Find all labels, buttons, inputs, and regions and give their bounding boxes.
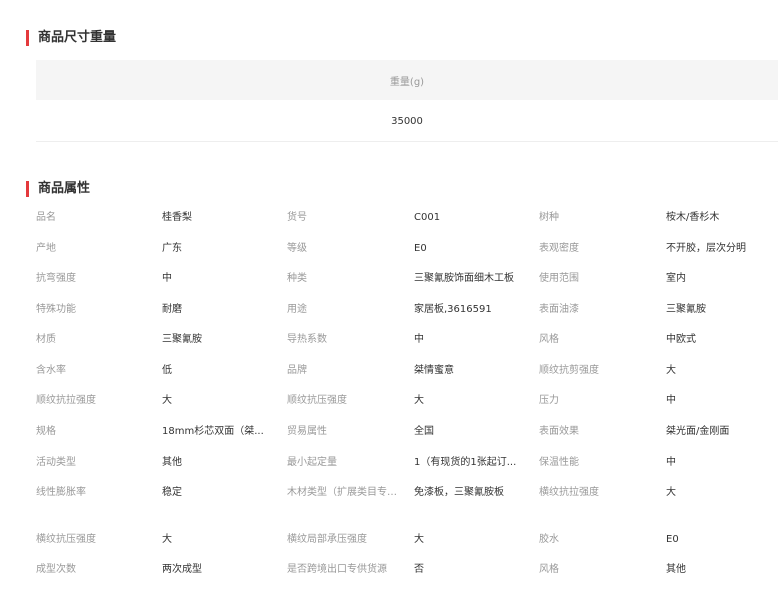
attribute-label: 产地 bbox=[36, 243, 56, 254]
attribute-value: 三聚氰胺 bbox=[162, 334, 202, 345]
attribute-label: 表面效果 bbox=[539, 426, 579, 437]
attribute-value: 桉木/香杉木 bbox=[666, 212, 720, 223]
attribute-value: 耐磨 bbox=[162, 304, 182, 315]
attribute-value: 其他 bbox=[666, 564, 686, 575]
attribute-label: 顺纹抗剪强度 bbox=[539, 365, 599, 376]
section-title-attributes: 商品属性 bbox=[26, 181, 90, 197]
attribute-value: 桀情蜜意 bbox=[414, 365, 454, 376]
attribute-label: 等级 bbox=[287, 243, 307, 254]
attribute-value: 稳定 bbox=[162, 487, 182, 498]
attribute-label: 表面油漆 bbox=[539, 304, 579, 315]
attribute-label: 风格 bbox=[539, 334, 559, 345]
attribute-label: 用途 bbox=[287, 304, 307, 315]
attribute-label: 压力 bbox=[539, 395, 559, 406]
attribute-value: 大 bbox=[162, 395, 172, 406]
attribute-label: 活动类型 bbox=[36, 457, 76, 468]
attribute-label: 风格 bbox=[539, 564, 559, 575]
attribute-label: 使用范围 bbox=[539, 273, 579, 284]
attribute-value: 不开胶，层次分明 bbox=[666, 243, 746, 254]
attribute-value: 大 bbox=[162, 534, 172, 545]
attribute-value: E0 bbox=[666, 534, 679, 545]
attribute-label: 横纹抗拉强度 bbox=[539, 487, 599, 498]
attribute-value: 1（有现货的1张起订... bbox=[414, 457, 517, 468]
attribute-label: 顺纹抗拉强度 bbox=[36, 395, 96, 406]
attribute-value: 免漆板，三聚氰胺板 bbox=[414, 487, 504, 498]
attribute-label: 横纹局部承压强度 bbox=[287, 534, 367, 545]
attribute-value: 室内 bbox=[666, 273, 686, 284]
attribute-label: 材质 bbox=[36, 334, 56, 345]
attribute-label: 胶水 bbox=[539, 534, 559, 545]
attribute-label: 最小起定量 bbox=[287, 457, 337, 468]
attribute-value: 中 bbox=[666, 395, 676, 406]
attribute-label: 表观密度 bbox=[539, 243, 579, 254]
attribute-label: 含水率 bbox=[36, 365, 66, 376]
attribute-value: 桀光面/金刚面 bbox=[666, 426, 730, 437]
attribute-value: 中欧式 bbox=[666, 334, 696, 345]
attribute-label: 贸易属性 bbox=[287, 426, 327, 437]
attribute-value: 低 bbox=[162, 365, 172, 376]
attribute-value: C001 bbox=[414, 212, 441, 223]
attribute-label: 导热系数 bbox=[287, 334, 327, 345]
attribute-value: 18mm杉芯双面（桀... bbox=[162, 426, 264, 437]
weight-column-header: 重量(g) bbox=[36, 60, 778, 100]
attribute-value: 全国 bbox=[414, 426, 434, 437]
attribute-value: 否 bbox=[414, 564, 424, 575]
attribute-value: 桂香梨 bbox=[162, 212, 192, 223]
attribute-label: 线性膨胀率 bbox=[36, 487, 86, 498]
attribute-value: 广东 bbox=[162, 243, 182, 254]
attribute-value: 大 bbox=[414, 395, 424, 406]
attribute-value: 两次成型 bbox=[162, 564, 202, 575]
attribute-label: 品牌 bbox=[287, 365, 307, 376]
section-title-dimensions: 商品尺寸重量 bbox=[26, 30, 116, 46]
attribute-value: 家居板,3616591 bbox=[414, 304, 492, 315]
attribute-label: 保温性能 bbox=[539, 457, 579, 468]
attribute-label: 成型次数 bbox=[36, 564, 76, 575]
attribute-value: 中 bbox=[162, 273, 172, 284]
attribute-label: 规格 bbox=[36, 426, 56, 437]
attribute-label: 抗弯强度 bbox=[36, 273, 76, 284]
attribute-value: 大 bbox=[666, 487, 676, 498]
attribute-label: 顺纹抗压强度 bbox=[287, 395, 347, 406]
attribute-label: 树种 bbox=[539, 212, 559, 223]
attribute-label: 特殊功能 bbox=[36, 304, 76, 315]
attribute-value: 中 bbox=[666, 457, 676, 468]
attribute-value: 三聚氰胺饰面细木工板 bbox=[414, 273, 514, 284]
attribute-value: E0 bbox=[414, 243, 427, 254]
attribute-value: 中 bbox=[414, 334, 424, 345]
attribute-value: 大 bbox=[666, 365, 676, 376]
attribute-value: 其他 bbox=[162, 457, 182, 468]
weight-value: 35000 bbox=[36, 101, 778, 142]
attribute-label: 货号 bbox=[287, 212, 307, 223]
attribute-label: 横纹抗压强度 bbox=[36, 534, 96, 545]
attribute-label: 是否跨境出口专供货源 bbox=[287, 564, 387, 575]
attribute-label: 品名 bbox=[36, 212, 56, 223]
attribute-value: 三聚氰胺 bbox=[666, 304, 706, 315]
attribute-value: 大 bbox=[414, 534, 424, 545]
attribute-label: 种类 bbox=[287, 273, 307, 284]
attribute-label: 木材类型（扩展类目专用） bbox=[287, 487, 402, 498]
